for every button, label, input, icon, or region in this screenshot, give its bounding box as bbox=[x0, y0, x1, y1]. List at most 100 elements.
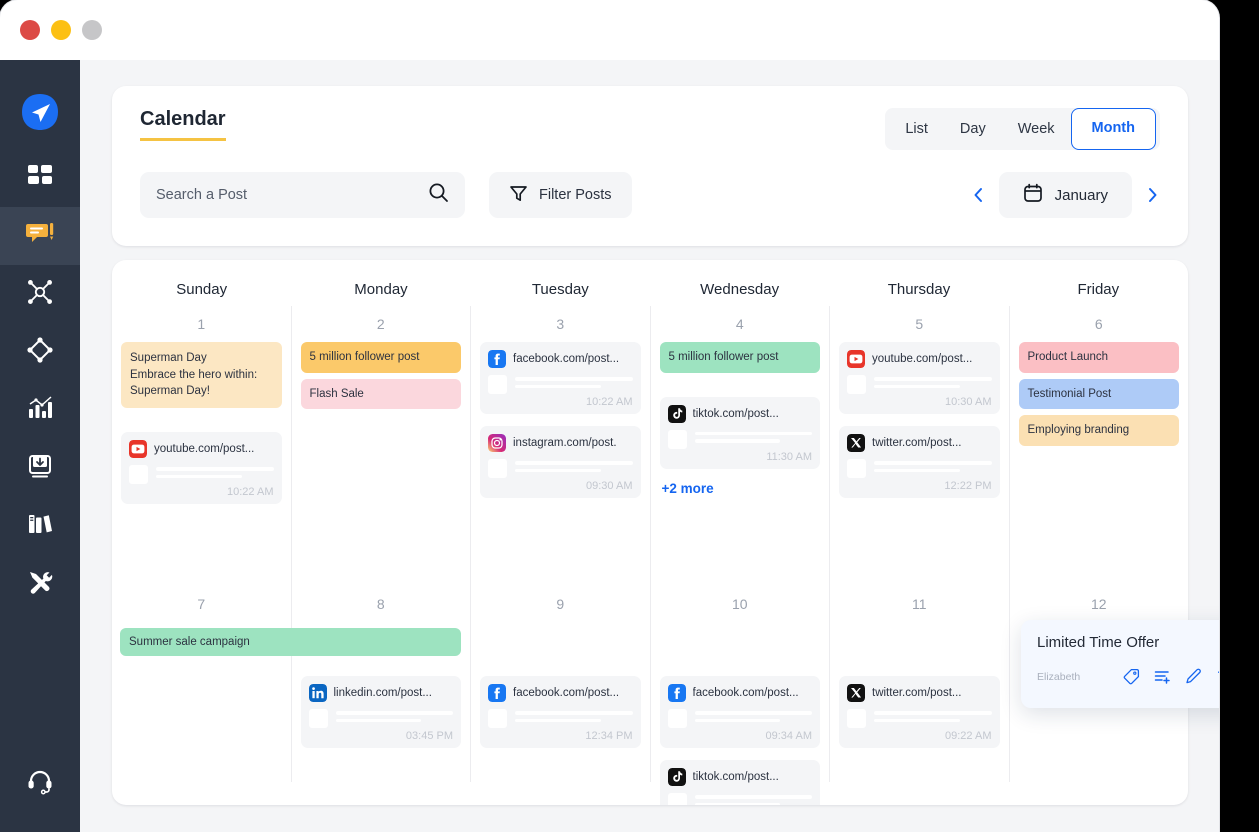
day-cell-content: Product Launch Testimonial Post Employing … bbox=[1018, 342, 1179, 447]
facebook-icon bbox=[488, 350, 506, 368]
day-cell[interactable]: 3 facebook.com/post... 10:22 AM instagram.c… bbox=[470, 306, 650, 586]
post-card[interactable]: tiktok.com/post...03:22 PM bbox=[659, 760, 820, 805]
day-cell-content: facebook.com/post... 12:34 PM bbox=[480, 622, 641, 748]
trash-icon[interactable] bbox=[1216, 668, 1219, 685]
day-cell-content: 5 million follower post tiktok.com/post..… bbox=[659, 342, 821, 496]
event-chip[interactable]: 5 million follower post bbox=[300, 342, 461, 373]
post-thumbnail bbox=[129, 465, 148, 485]
post-url: tiktok.com/post... bbox=[692, 407, 779, 420]
prev-month-button[interactable] bbox=[965, 181, 993, 209]
post-preview bbox=[488, 709, 633, 728]
search-input[interactable] bbox=[156, 187, 428, 203]
day-cell[interactable]: 8 linkedin.com/post... 03:45 PM bbox=[290, 586, 471, 782]
day-cell[interactable]: 9 facebook.com/post... 12:34 PM bbox=[470, 586, 650, 782]
sidebar-item-posts[interactable] bbox=[0, 207, 80, 265]
day-cell[interactable]: 10 facebook.com/post... 09:34 AM tiktok.com… bbox=[649, 586, 830, 805]
sidebar-item-dashboard[interactable] bbox=[0, 149, 80, 207]
day-cell[interactable]: 5 youtube.com/post... 10:30 AM twitter.com/… bbox=[829, 306, 1009, 586]
post-time: 11:30 AM bbox=[766, 450, 812, 463]
post-url: facebook.com/post... bbox=[513, 687, 620, 699]
post-card[interactable]: youtube.com/post... 10:30 AM bbox=[839, 342, 1000, 414]
post-card[interactable]: twitter.com/post... 12:22 PM bbox=[839, 426, 1000, 498]
post-card[interactable]: instagram.com/post. 09:30 AM bbox=[480, 426, 641, 498]
day-number: 5 bbox=[915, 316, 924, 332]
sidebar-item-tools[interactable] bbox=[0, 555, 80, 613]
more-events-link[interactable]: +2 more bbox=[660, 481, 821, 496]
month-label: January bbox=[1054, 186, 1108, 204]
post-card-header: facebook.com/post... bbox=[488, 684, 633, 702]
add-to-list-icon[interactable] bbox=[1154, 668, 1171, 685]
post-card[interactable]: tiktok.com/post... 11:30 AM bbox=[659, 396, 820, 469]
post-thumbnail bbox=[667, 793, 687, 805]
sidebar-item-inbox[interactable] bbox=[0, 439, 80, 497]
day-cell[interactable]: 1 Superman Day Embrace the hero within: Su… bbox=[112, 306, 291, 586]
post-card[interactable]: youtube.com/post... 10:22 AM bbox=[121, 432, 282, 505]
day-number: 10 bbox=[731, 596, 748, 612]
search-box[interactable] bbox=[140, 172, 465, 218]
post-time: 12:22 PM bbox=[944, 480, 992, 492]
day-cell[interactable]: 6 Product Launch Testimonial Post Employing… bbox=[1008, 306, 1189, 586]
next-month-button[interactable] bbox=[1138, 181, 1166, 209]
day-number: 9 bbox=[556, 596, 565, 612]
day-number: 12 bbox=[1090, 596, 1107, 612]
popup-author: Elizabeth bbox=[1037, 670, 1081, 683]
day-cell-content: 5 million follower post Flash Sale bbox=[300, 342, 461, 410]
post-card[interactable]: facebook.com/post... 09:34 AM bbox=[659, 676, 820, 748]
post-card-header: facebook.com/post... bbox=[667, 684, 813, 702]
window-minimize-button[interactable] bbox=[51, 20, 71, 40]
tag-icon[interactable] bbox=[1123, 668, 1140, 685]
tools-icon bbox=[27, 569, 53, 600]
post-url: twitter.com/post... bbox=[872, 687, 962, 699]
post-time: 09:30 AM bbox=[586, 480, 633, 492]
month-selector[interactable]: January bbox=[998, 172, 1132, 218]
sidebar-item-support[interactable] bbox=[0, 754, 80, 812]
sidebar-item-target[interactable] bbox=[0, 323, 80, 381]
post-preview bbox=[488, 459, 633, 478]
tab-month[interactable]: Month bbox=[1070, 108, 1156, 150]
day-cell[interactable]: 2 5 million follower post Flash Sale bbox=[290, 306, 471, 586]
post-skeleton-lines bbox=[515, 375, 633, 392]
speech-bubble-icon bbox=[26, 221, 54, 252]
post-preview bbox=[667, 793, 812, 805]
spanning-event-chip[interactable]: Summer sale campaign bbox=[120, 628, 461, 656]
post-thumbnail bbox=[667, 429, 687, 449]
event-chip[interactable]: 5 million follower post bbox=[659, 342, 820, 373]
edit-pencil-icon[interactable] bbox=[1185, 668, 1202, 685]
sidebar-item-network[interactable] bbox=[0, 265, 80, 323]
search-icon[interactable] bbox=[428, 182, 449, 208]
post-card[interactable]: linkedin.com/post... 03:45 PM bbox=[300, 676, 461, 748]
tab-day[interactable]: Day bbox=[944, 112, 1002, 146]
post-card[interactable]: facebook.com/post... 12:34 PM bbox=[480, 676, 641, 748]
day-number: 8 bbox=[376, 596, 385, 612]
post-card[interactable]: facebook.com/post... 10:22 AM bbox=[480, 342, 641, 414]
window-maximize-button[interactable] bbox=[82, 20, 102, 40]
post-card[interactable]: twitter.com/post... 09:22 AM bbox=[839, 676, 1000, 748]
post-url: linkedin.com/post... bbox=[333, 687, 432, 699]
sidebar-item-logo[interactable] bbox=[0, 85, 80, 143]
day-number: 11 bbox=[911, 596, 927, 612]
post-card-header: twitter.com/post... bbox=[847, 434, 992, 452]
post-time: 09:22 AM bbox=[945, 730, 992, 742]
tab-list[interactable]: List bbox=[889, 112, 944, 146]
post-skeleton-lines bbox=[694, 793, 812, 805]
day-cell-content: twitter.com/post... 09:22 AM bbox=[839, 622, 1000, 748]
sidebar-item-library[interactable] bbox=[0, 497, 80, 555]
weekday-thursday: Thursday bbox=[887, 280, 951, 298]
day-cell[interactable]: 4 5 million follower post tiktok.com/post.… bbox=[649, 306, 830, 586]
window-close-button[interactable] bbox=[20, 20, 40, 40]
event-chip[interactable]: Flash Sale bbox=[300, 378, 461, 410]
day-cell[interactable]: 11 twitter.com/post... 09:22 AM bbox=[829, 586, 1009, 782]
day-cell[interactable]: 7 bbox=[112, 586, 291, 782]
event-chip[interactable]: Product Launch bbox=[1018, 342, 1179, 373]
tiktok-icon bbox=[667, 768, 686, 786]
post-preview bbox=[667, 709, 812, 728]
weekday-header-row: Sunday Monday Tuesday Wednesday Thursday… bbox=[112, 260, 1188, 306]
search-row: Filter Posts bbox=[140, 172, 632, 218]
sidebar-item-analytics[interactable] bbox=[0, 381, 80, 439]
event-chip[interactable]: Superman Day Embrace the hero within: Sup… bbox=[121, 342, 282, 409]
event-chip[interactable]: Employing branding bbox=[1018, 415, 1179, 447]
app-window: Calendar List Day Week Month Search a Po… bbox=[0, 0, 1219, 832]
filter-posts-button[interactable]: Filter Posts bbox=[489, 172, 632, 218]
tab-week[interactable]: Week bbox=[1002, 112, 1071, 146]
event-chip[interactable]: Testimonial Post bbox=[1018, 378, 1179, 410]
